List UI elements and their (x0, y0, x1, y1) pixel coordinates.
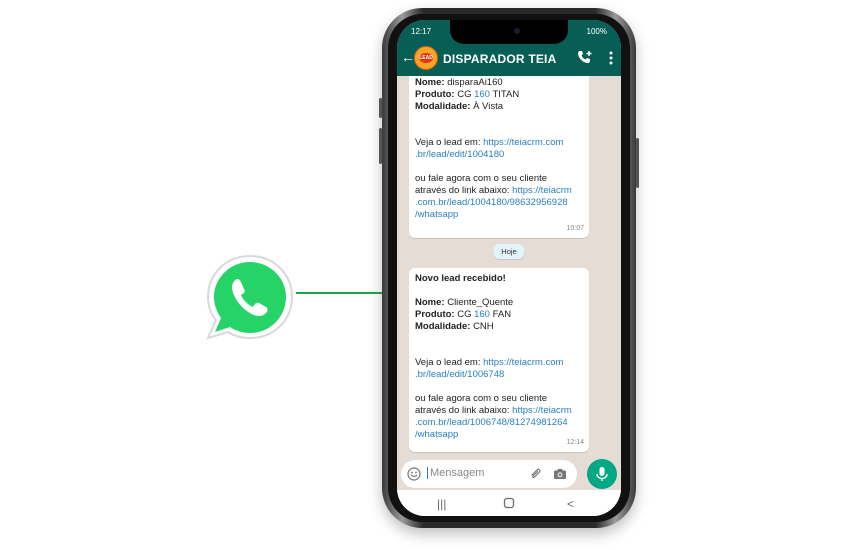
field-label: Produto: (415, 309, 455, 320)
chat-header: ← LEAD DISPARADOR TEIA (397, 42, 621, 76)
back-nav-icon[interactable]: < (567, 497, 574, 511)
attach-icon[interactable] (529, 467, 543, 486)
field-label: Produto: (415, 89, 455, 100)
field-label: Nome: (415, 77, 445, 88)
connector-line (296, 292, 386, 294)
whatsapp-link[interactable]: /whatsapp (415, 209, 583, 221)
message-placeholder: Mensagem (427, 467, 484, 479)
chat-area[interactable]: Nome: disparaAi160 Produto: CG 160 TITAN… (397, 76, 621, 460)
whatsapp-link[interactable]: https://teiacrm (512, 405, 572, 416)
contact-text: ou fale agora com o seu cliente (415, 173, 548, 184)
message-bubble[interactable]: Novo lead recebido! Nome: Cliente_Quente… (409, 268, 589, 452)
chat-title[interactable]: DISPARADOR TEIA (443, 52, 556, 66)
lead-link[interactable]: .br/lead/edit/1004180 (415, 149, 583, 161)
status-time: 12:17 (411, 27, 432, 36)
lead-link[interactable]: .br/lead/edit/1006748 (415, 369, 583, 381)
avatar-label: LEAD (419, 53, 433, 63)
whatsapp-link[interactable]: https://teiacrm (512, 185, 572, 196)
field-value: CG (457, 89, 472, 100)
lead-link[interactable]: https://teiacrm.com (483, 137, 563, 148)
power-button (636, 138, 639, 188)
mic-icon (596, 467, 608, 481)
phone-frame: 12:17 100% ← LEAD DISPARADOR TEIA Nome: … (379, 8, 639, 528)
lead-link[interactable]: https://teiacrm.com (483, 357, 563, 368)
contact-text: através do link abaixo: (415, 405, 510, 416)
link-intro: Veja o lead em: (415, 357, 481, 368)
more-vert-icon[interactable] (609, 51, 613, 70)
field-value: FAN (492, 309, 512, 320)
camera-icon[interactable] (553, 467, 567, 486)
avatar[interactable]: LEAD (414, 46, 438, 70)
status-battery: 100% (586, 27, 607, 36)
whatsapp-logo-icon (204, 252, 296, 344)
notch (450, 20, 568, 44)
message-time: 10:07 (566, 225, 584, 232)
android-nav-bar: ||| < (397, 490, 621, 516)
field-value: CNH (473, 321, 494, 332)
message-header: Novo lead recebido! (415, 273, 506, 284)
mic-button[interactable] (587, 459, 617, 489)
day-separator: Hoje (493, 244, 525, 259)
field-label: Nome: (415, 297, 445, 308)
field-value: À Vista (473, 101, 503, 112)
message-composer: Mensagem (397, 456, 621, 492)
field-label: Modalidade: (415, 101, 471, 112)
volume-button (379, 128, 382, 164)
field-value: disparaAi160 (447, 77, 503, 88)
contact-text: através do link abaixo: (415, 185, 510, 196)
link-intro: Veja o lead em: (415, 137, 481, 148)
whatsapp-link[interactable]: .com.br/lead/1004180/98632956928 (415, 197, 583, 209)
message-bubble[interactable]: Nome: disparaAi160 Produto: CG 160 TITAN… (409, 76, 589, 238)
whatsapp-link[interactable]: /whatsapp (415, 429, 583, 441)
field-value-highlight: 160 (474, 309, 490, 320)
contact-text: ou fale agora com o seu cliente (415, 393, 548, 404)
whatsapp-link[interactable]: .com.br/lead/1006748/81274981264 (415, 417, 583, 429)
message-input[interactable]: Mensagem (401, 460, 577, 488)
field-value: TITAN (492, 89, 520, 100)
field-value-highlight: 160 (474, 89, 490, 100)
phone-screen: 12:17 100% ← LEAD DISPARADOR TEIA Nome: … (397, 20, 621, 516)
volume-button (379, 98, 382, 118)
message-time: 12:14 (566, 439, 584, 446)
add-call-icon[interactable] (577, 50, 593, 69)
home-nav-icon[interactable] (503, 497, 515, 512)
field-value: Cliente_Quente (447, 297, 514, 308)
recents-nav-icon[interactable]: ||| (437, 497, 446, 511)
back-arrow-icon[interactable]: ← (401, 50, 415, 64)
field-value: CG (457, 309, 472, 320)
field-label: Modalidade: (415, 321, 471, 332)
emoji-icon[interactable] (407, 467, 421, 486)
